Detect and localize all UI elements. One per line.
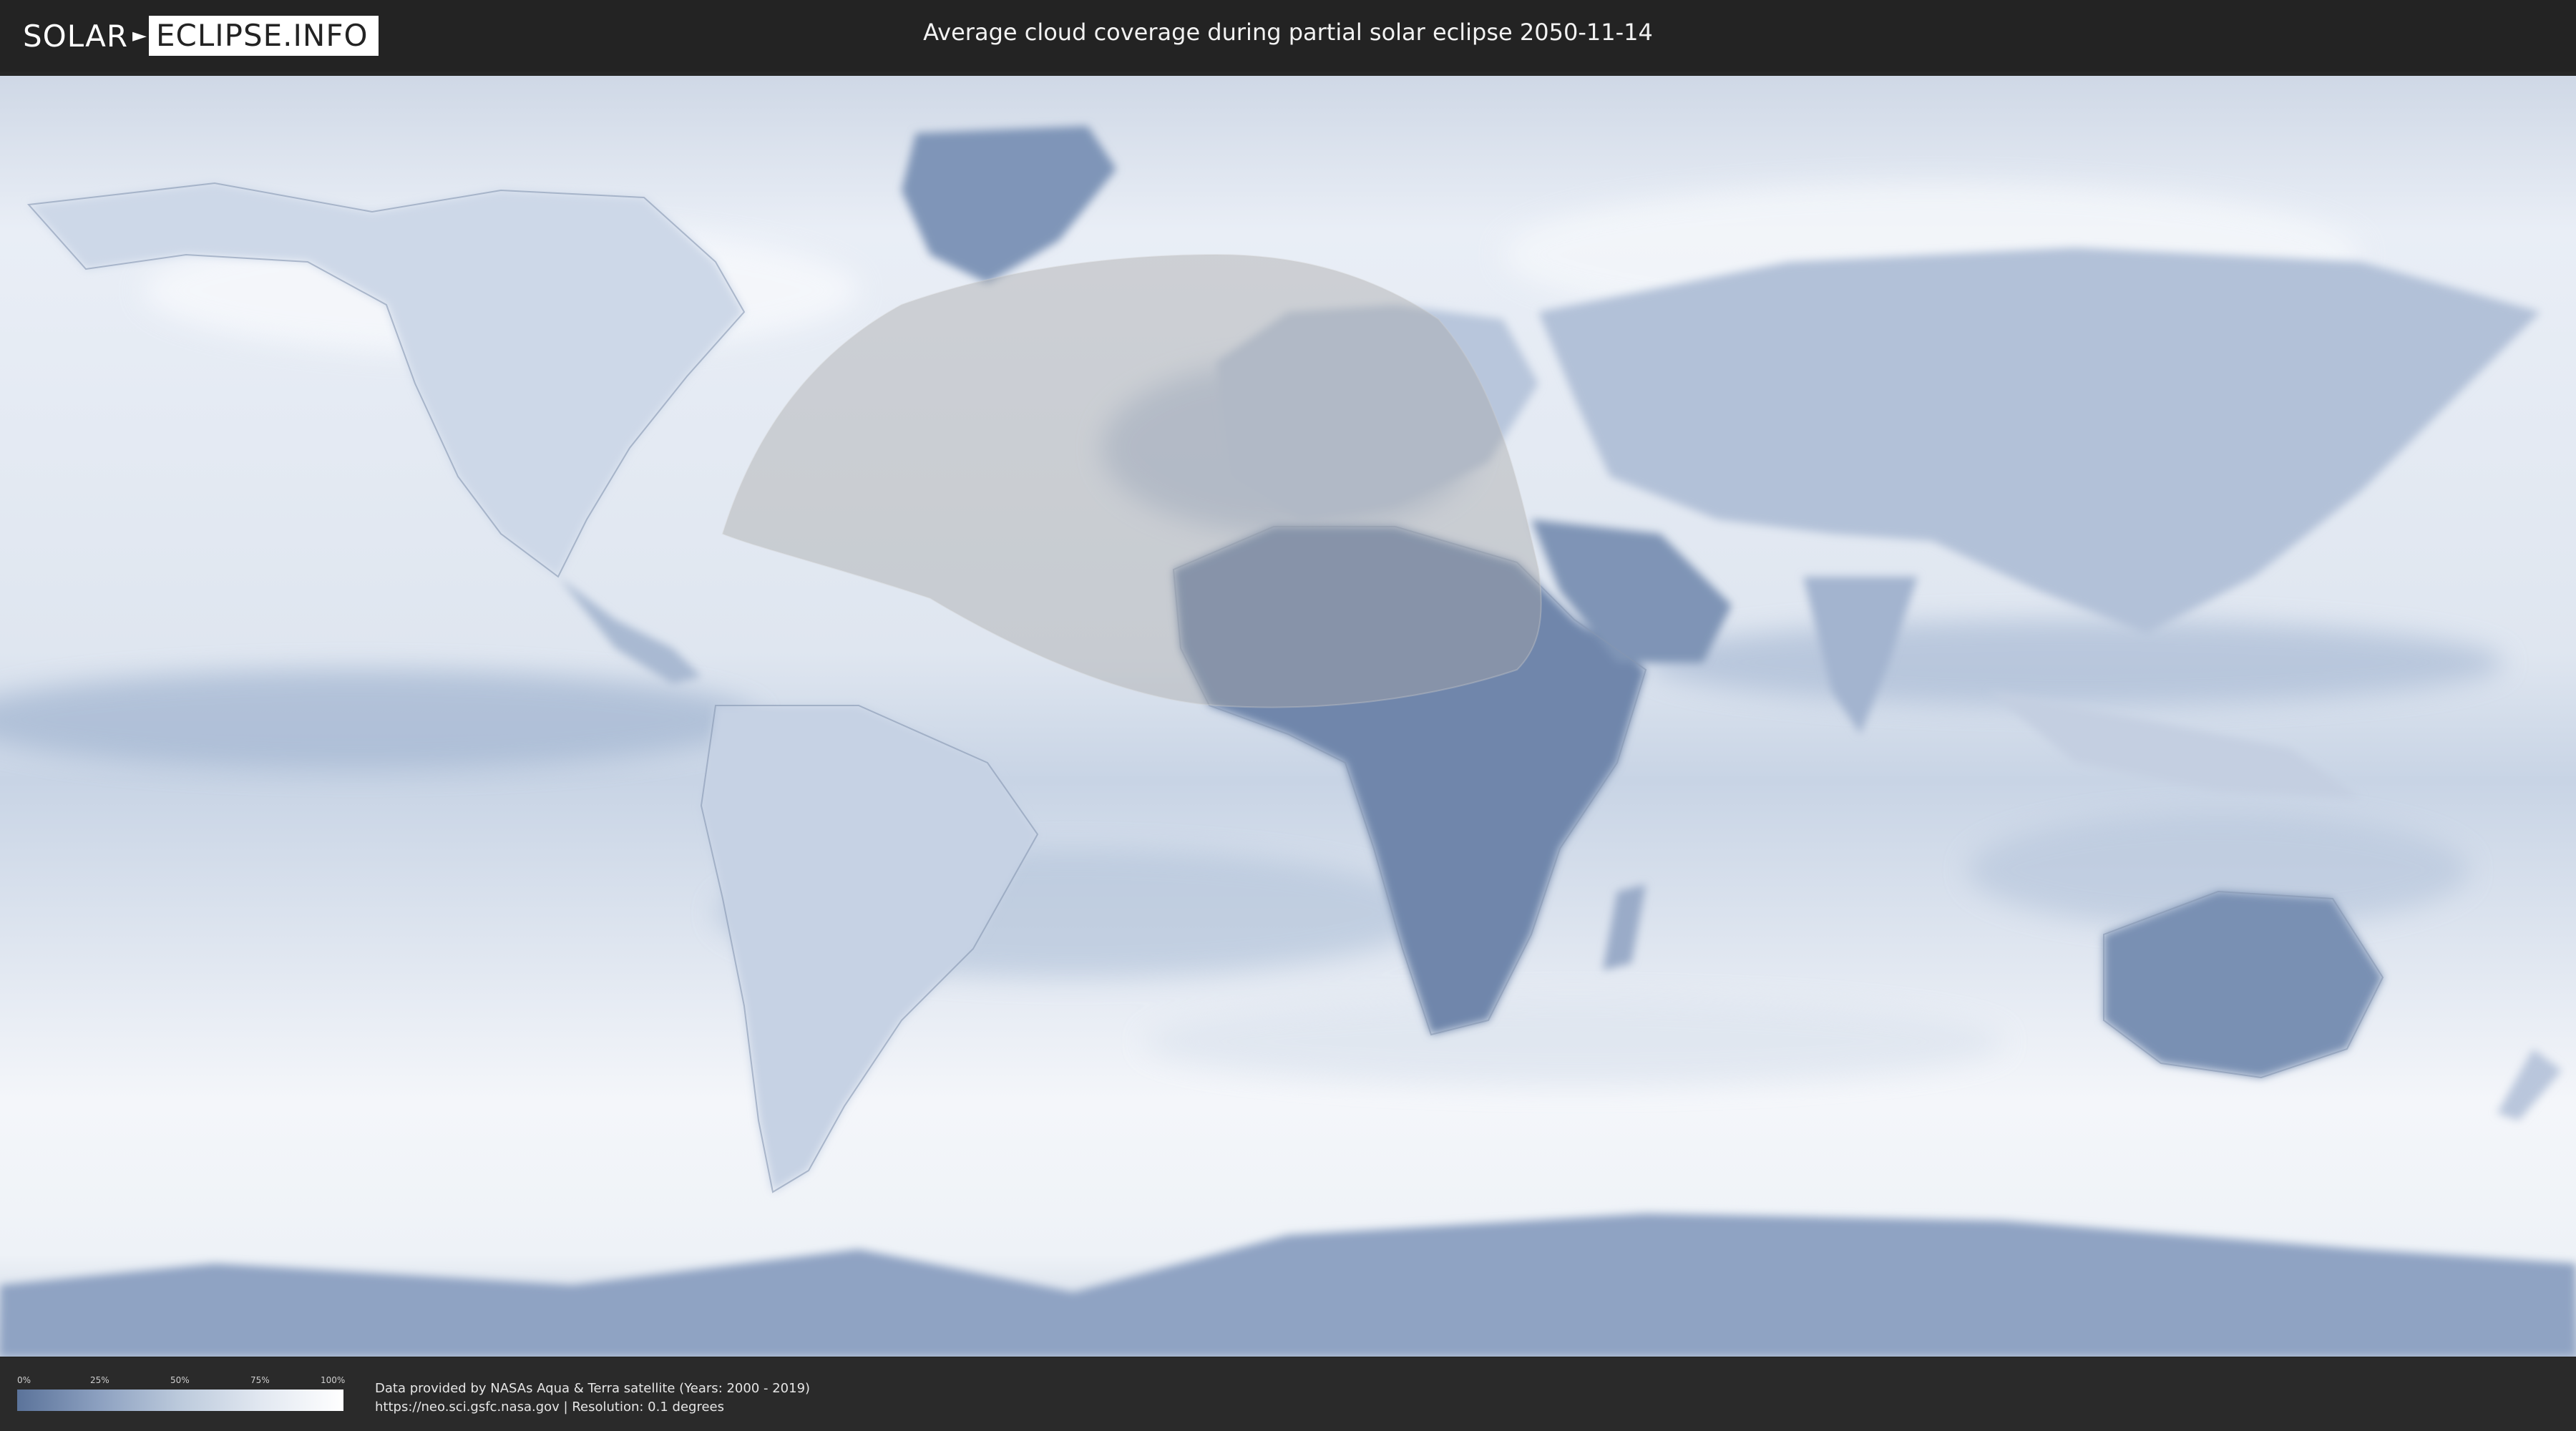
page-title: Average cloud coverage during partial so… — [923, 19, 1653, 46]
credits-line-source: Data provided by NASAs Aqua & Terra sate… — [375, 1381, 811, 1396]
legend-color-bar — [17, 1390, 343, 1411]
cloud-coverage-legend: 0% 25% 50% 75% 100% — [17, 1375, 346, 1414]
world-map-svg — [0, 76, 2576, 1357]
header-bar: SOLAR ► ECLIPSE.INFO Average cloud cover… — [0, 0, 2576, 72]
legend-tick-0: 0% — [17, 1375, 31, 1385]
legend-tick-75: 75% — [250, 1375, 270, 1385]
legend-ticks: 0% 25% 50% 75% 100% — [17, 1375, 346, 1388]
legend-tick-25: 25% — [90, 1375, 109, 1385]
legend-tick-50: 50% — [170, 1375, 190, 1385]
data-credits: Data provided by NASAs Aqua & Terra sate… — [375, 1379, 810, 1417]
legend-tick-100: 100% — [321, 1375, 346, 1385]
cloud-coverage-map — [0, 76, 2576, 1357]
credits-line-url[interactable]: https://neo.sci.gsfc.nasa.gov | Resoluti… — [375, 1398, 810, 1417]
